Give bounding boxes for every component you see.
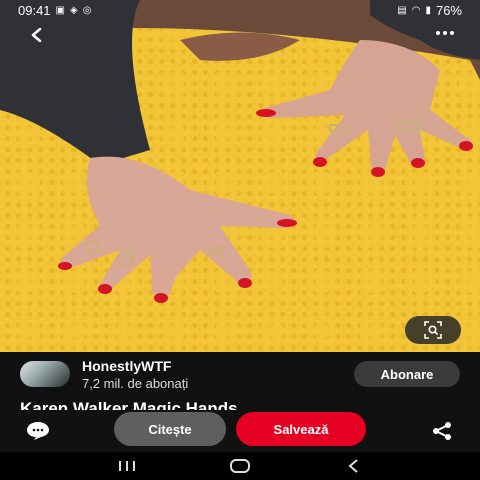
navigation-bar — [0, 452, 480, 480]
left-hand — [59, 156, 294, 300]
back-arrow-icon — [31, 28, 42, 42]
visual-search-button[interactable] — [405, 316, 461, 344]
status-left: 09:41 ▣ ◈ ◎ — [18, 3, 91, 18]
follow-button[interactable]: Abonare — [354, 361, 460, 387]
pin-image[interactable] — [0, 0, 480, 352]
creator-info[interactable]: HonestlyWTF 7,2 mil. de abonați — [82, 358, 354, 391]
pin-image-illustration — [0, 0, 480, 303]
status-bar: 09:41 ▣ ◈ ◎ ▤ ◠ ▮ 76% — [0, 0, 480, 20]
action-bar: Citește Salvează — [0, 410, 480, 452]
back-button[interactable] — [24, 22, 50, 48]
avatar[interactable] — [20, 361, 70, 387]
nfc-icon: ▤ — [397, 4, 407, 16]
more-options-icon — [436, 31, 440, 35]
system-back-icon — [348, 459, 358, 473]
pin-title-row: Karen Walker Magic Hands — [0, 396, 480, 410]
share-button[interactable] — [428, 420, 456, 442]
right-hand — [261, 40, 474, 176]
share-icon — [433, 422, 451, 440]
status-time: 09:41 — [18, 2, 51, 18]
recent-apps-button[interactable] — [107, 454, 147, 478]
chair-carving — [180, 32, 300, 61]
battery-level: 76% — [435, 2, 462, 18]
creator-followers: 7,2 mil. de abonați — [82, 375, 189, 391]
save-button[interactable]: Salvează — [236, 412, 366, 446]
pin-title: Karen Walker Magic Hands — [20, 399, 238, 410]
comment-icon — [27, 422, 49, 440]
system-back-button[interactable] — [333, 454, 373, 478]
creator-row: HonestlyWTF 7,2 mil. de abonați Abonare — [0, 352, 480, 396]
signal-icon: ▮ — [425, 4, 431, 16]
creator-name[interactable]: HonestlyWTF — [82, 358, 354, 374]
image-icon: ▣ — [55, 4, 65, 16]
notification-icon: ◈ — [70, 4, 78, 16]
visual-search-icon — [424, 321, 442, 339]
left-sleeve — [0, 0, 150, 165]
home-icon — [229, 459, 250, 473]
read-button[interactable]: Citește — [114, 412, 226, 446]
recent-apps-icon — [118, 461, 135, 471]
home-button[interactable] — [220, 454, 260, 478]
more-options-button[interactable] — [430, 22, 460, 44]
wifi-icon: ◠ — [411, 4, 421, 16]
whatsapp-icon: ◎ — [82, 4, 92, 16]
status-right: ▤ ◠ ▮ 76% — [397, 3, 462, 18]
comment-button[interactable] — [24, 420, 52, 442]
